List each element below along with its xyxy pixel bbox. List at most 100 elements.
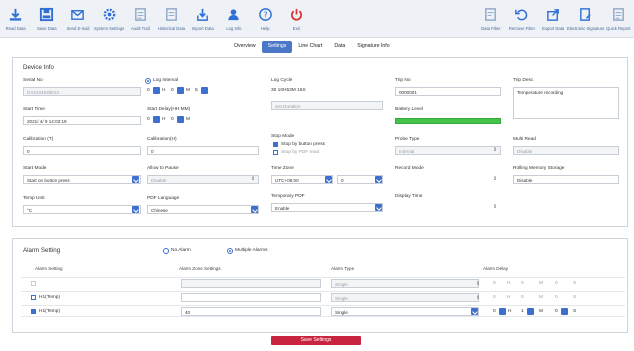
log-interval-s-stepper[interactable] bbox=[201, 87, 208, 94]
save-data-button[interactable]: Save Data bbox=[31, 0, 62, 38]
electronic-signature-button[interactable]: Electronic Signature bbox=[567, 0, 604, 38]
import-data-button[interactable]: Import Data bbox=[187, 0, 218, 38]
quick-report-button[interactable]: Quick Report bbox=[603, 0, 634, 38]
alarm-row-delay-s-stepper[interactable] bbox=[561, 308, 568, 315]
alarm-row-delay-h-stepper[interactable] bbox=[499, 308, 506, 315]
device-info-title: Device Info bbox=[23, 64, 54, 71]
historical-data-button[interactable]: Historical Data bbox=[156, 0, 187, 38]
alarm-row-delay-h[interactable]: 0 bbox=[493, 309, 496, 314]
log-interval-radio[interactable] bbox=[145, 78, 151, 84]
log-interval-h-stepper[interactable] bbox=[153, 87, 160, 94]
remove-filter-button[interactable]: Remove Filter bbox=[506, 0, 537, 38]
signature-icon bbox=[580, 8, 591, 21]
start-delay-unit-h: H bbox=[162, 117, 166, 122]
alarm-row-zone bbox=[181, 279, 321, 288]
alarm-row-checkbox[interactable] bbox=[31, 281, 36, 286]
download-icon bbox=[9, 8, 22, 21]
alarm-row-name: H1(Temp) bbox=[39, 295, 61, 300]
alarm-row-type-chevron-icon[interactable] bbox=[471, 308, 478, 315]
read-data-button[interactable]: Read Data bbox=[0, 0, 31, 38]
temp-unit-chevron-icon[interactable] bbox=[132, 206, 139, 213]
alarm-setting-title: Alarm Setting bbox=[23, 247, 61, 254]
log-interval-h-value[interactable]: 0 bbox=[147, 88, 150, 93]
audit-icon bbox=[134, 8, 146, 21]
time-zone-offset-chevron-icon[interactable] bbox=[375, 176, 382, 183]
alarm-row-delay-h: 0 bbox=[493, 295, 496, 300]
alarm-row-zone[interactable]: 40 bbox=[181, 307, 321, 316]
start-time-field[interactable]: 2021/ 4/ 9 14:03:19 bbox=[23, 116, 141, 125]
alarm-row-unit-h: H bbox=[508, 309, 512, 314]
record-mode-arrow-icon: ⇕ bbox=[493, 176, 498, 182]
time-zone-chevron-icon[interactable] bbox=[325, 176, 332, 183]
log-cycle-value: 30 10H53M 15S bbox=[271, 88, 306, 93]
temporary-pdf-label: Temporary PDF bbox=[271, 194, 305, 199]
alarm-row-unit-m: M bbox=[539, 295, 543, 300]
calibration-t-field[interactable]: 0 bbox=[23, 146, 141, 155]
start-delay-unit-m: M bbox=[186, 117, 190, 122]
start-mode-select[interactable]: Start on button press bbox=[23, 175, 141, 184]
alarm-row-checkbox[interactable] bbox=[31, 309, 36, 314]
system-settings-button[interactable]: System Settings bbox=[94, 0, 125, 38]
log-interval-s-value[interactable]: 5 bbox=[195, 88, 198, 93]
tab-overview[interactable]: Overview bbox=[228, 41, 262, 53]
log-interval-m-value[interactable]: 0 bbox=[171, 88, 174, 93]
start-delay-m-stepper[interactable] bbox=[177, 116, 184, 123]
temporary-pdf-chevron-icon[interactable] bbox=[375, 204, 382, 211]
stop-by-button-checkbox[interactable] bbox=[273, 142, 278, 147]
alarm-row-zone[interactable] bbox=[181, 293, 321, 302]
send-email-button[interactable]: Send E-mail bbox=[62, 0, 93, 38]
tab-data[interactable]: Data bbox=[328, 41, 351, 53]
col-alarm-zone: Alarm Zone Settings bbox=[179, 266, 221, 271]
start-delay-m-value[interactable]: 0 bbox=[171, 117, 174, 122]
no-alarm-radio[interactable] bbox=[163, 248, 169, 254]
device-info-panel: Device Info Serial No DV2104530013 Log I… bbox=[12, 57, 628, 227]
alarm-setting-panel: Alarm Setting No Alarm Multiple Alarms A… bbox=[12, 238, 628, 333]
alarm-row-unit-m: M bbox=[539, 309, 543, 314]
alarm-row: H1(Temp) Single ⇕ 0 H 0 M 0 S bbox=[21, 291, 625, 303]
unit-m: M bbox=[186, 88, 190, 93]
probe-type-field: Internal bbox=[395, 146, 501, 155]
stop-by-button-label: Stop by button press bbox=[281, 142, 325, 147]
alarm-row-delay-m-stepper[interactable] bbox=[527, 308, 534, 315]
serial-no-label: Serial No bbox=[23, 78, 43, 83]
tab-line-chart[interactable]: Line Chart bbox=[292, 41, 328, 53]
save-settings-button[interactable]: Save Settings bbox=[271, 336, 361, 345]
start-mode-chevron-icon[interactable] bbox=[132, 176, 139, 183]
exit-button[interactable]: Exit bbox=[281, 0, 312, 38]
display-time-label: Display Time bbox=[395, 194, 423, 199]
help-button[interactable]: ? Help bbox=[250, 0, 281, 38]
export-data-button[interactable]: Export Data bbox=[538, 0, 569, 38]
temp-unit-label: Temp Unit bbox=[23, 196, 45, 201]
save-icon bbox=[40, 7, 54, 22]
start-delay-h-value[interactable]: 0 bbox=[147, 117, 150, 122]
start-time-label: Start Time bbox=[23, 107, 45, 112]
data-filter-button[interactable]: Data Filter bbox=[475, 0, 506, 38]
alarm-row-delay-s[interactable]: 0 bbox=[555, 309, 558, 314]
pdf-language-chevron-icon[interactable] bbox=[251, 206, 258, 213]
temp-unit-select[interactable]: °C bbox=[23, 205, 141, 214]
stop-by-pdf-checkbox[interactable] bbox=[273, 150, 278, 155]
calibration-t-label: Calibration (T) bbox=[23, 137, 54, 142]
calibration-h-label: Calibration(H) bbox=[147, 137, 177, 142]
start-delay-h-stepper[interactable] bbox=[153, 116, 160, 123]
audit-trail-button[interactable]: Audit Trail bbox=[125, 0, 156, 38]
log-info-button[interactable]: Log Info bbox=[218, 0, 249, 38]
tab-signature-info[interactable]: Signature Info bbox=[351, 41, 395, 53]
rolling-memory-select[interactable]: Disable bbox=[513, 175, 619, 184]
view-tabs: Overview Settings Line Chart Data Signat… bbox=[228, 41, 396, 53]
alarm-row-checkbox[interactable] bbox=[31, 295, 36, 300]
time-zone-select[interactable]: UTC+08:00 bbox=[271, 175, 333, 184]
import-icon bbox=[197, 8, 209, 21]
trip-no-field[interactable]: 0000001 bbox=[395, 87, 501, 96]
trip-desc-field[interactable]: Temperature recording bbox=[513, 87, 619, 119]
multiple-alarms-radio[interactable] bbox=[227, 248, 233, 254]
alarm-row-type[interactable]: Single bbox=[331, 307, 479, 316]
alarm-row-unit-m: M bbox=[539, 281, 543, 286]
tab-settings[interactable]: Settings bbox=[261, 41, 293, 53]
pdf-language-select[interactable]: Chinese bbox=[147, 205, 259, 214]
alarm-row-delay-m[interactable]: 1 bbox=[521, 309, 524, 314]
calibration-h-field[interactable]: 0 bbox=[147, 146, 259, 155]
undo-icon bbox=[515, 9, 528, 21]
temporary-pdf-select[interactable]: Enable bbox=[271, 203, 383, 212]
log-interval-m-stepper[interactable] bbox=[177, 87, 184, 94]
